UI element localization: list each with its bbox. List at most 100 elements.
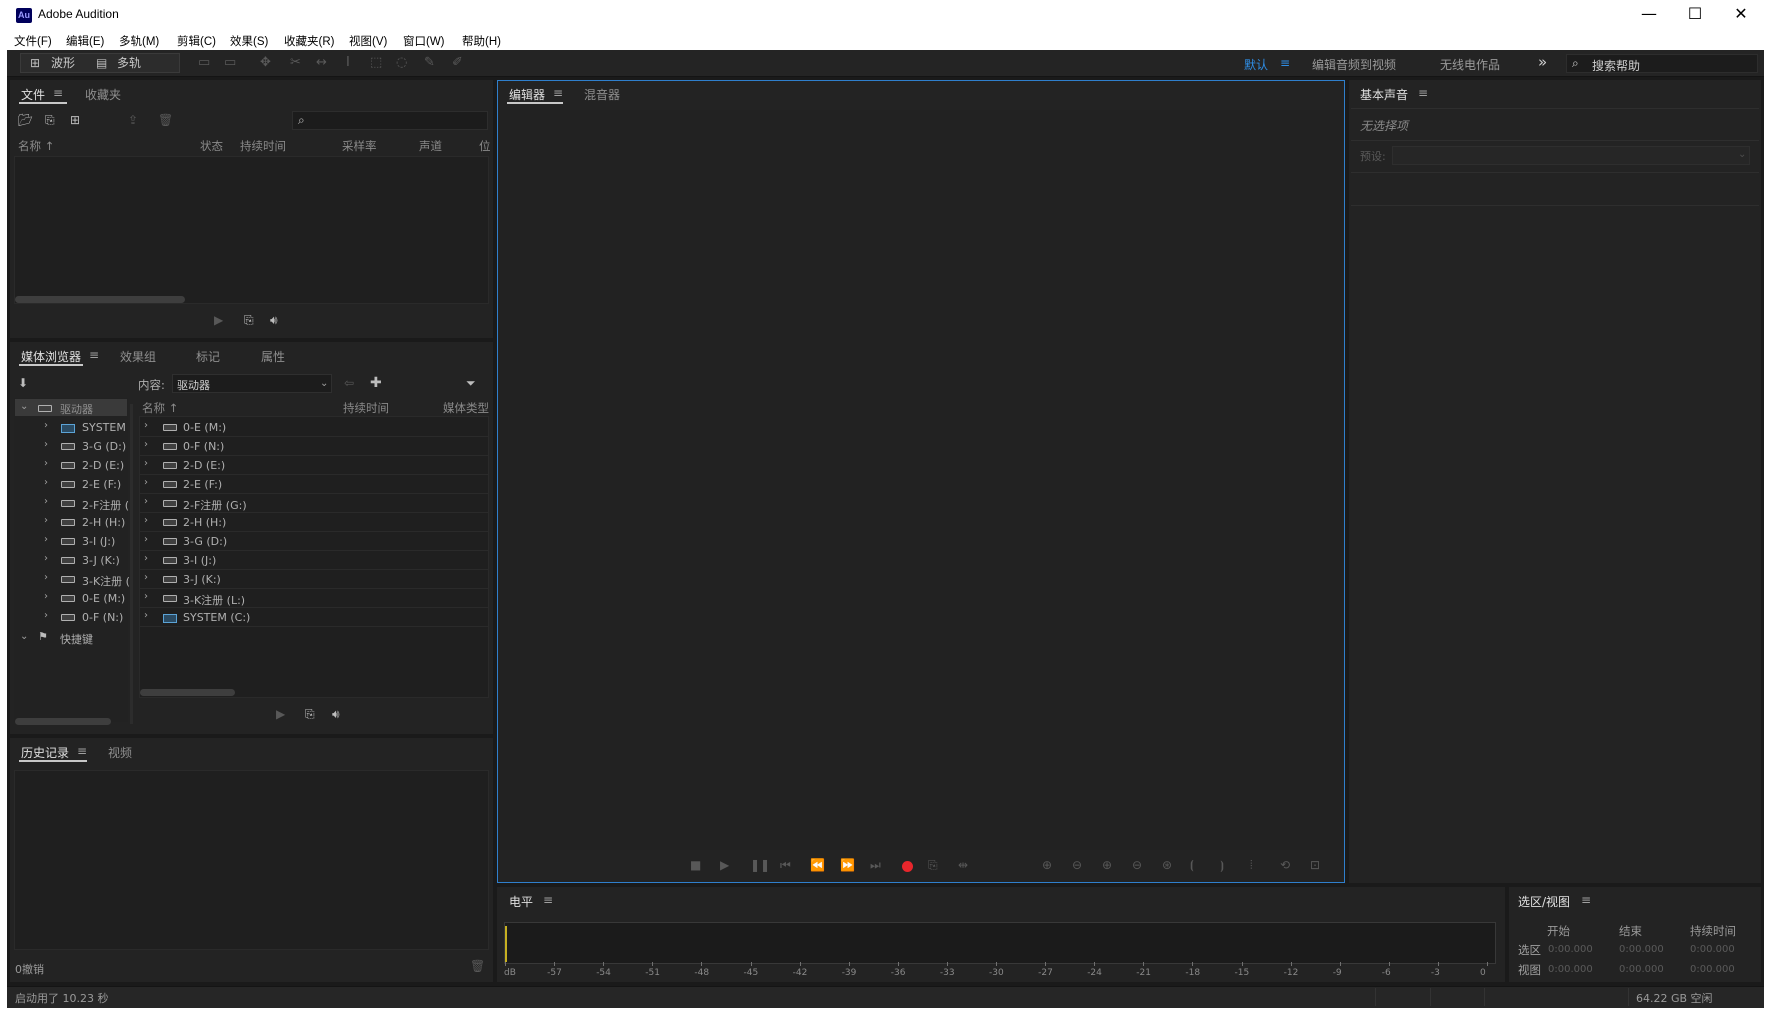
tree-item[interactable]: 2-D (E:) [82,459,124,472]
record-icon[interactable] [902,861,913,872]
menu-multitrack[interactable]: 多轨(M) [119,33,159,49]
list-item[interactable]: 3-J (K:) [183,573,221,586]
zoom-out-time-icon[interactable]: ⊖ [1132,858,1142,872]
editor-menu-icon[interactable]: ≡ [553,86,563,100]
zoom-selection-icon[interactable]: ⦙ [1250,858,1253,873]
tree-item-chevron-icon[interactable]: › [44,553,48,564]
list-item[interactable]: 2-H (H:) [183,516,226,529]
stop-icon[interactable]: ■ [690,858,701,872]
multitrack-view-button[interactable]: 多轨 [117,54,141,72]
media-col-name[interactable]: 名称 ↑ [142,400,178,416]
editor-canvas[interactable] [499,110,1343,850]
tab-mixer[interactable]: 混音器 [584,86,620,103]
more-workspaces-button[interactable]: » [1538,53,1547,71]
files-col-bit-depth[interactable]: 位 [479,138,491,154]
files-col-sample-rate[interactable]: 采样率 [342,138,377,154]
list-item[interactable]: 2-E (F:) [183,478,222,491]
media-list-scrollbar[interactable] [140,689,235,696]
media-loop-icon[interactable]: ⎘ [305,707,315,722]
selection-start[interactable]: 0:00.000 [1548,944,1593,955]
loop-playback-icon[interactable]: ⎘ [928,858,938,873]
workspace-edit-audio-to-video[interactable]: 编辑音频到视频 [1312,56,1396,73]
list-item[interactable]: 3-G (D:) [183,535,227,548]
menu-edit[interactable]: 编辑(E) [66,33,104,49]
tree-item-chevron-icon[interactable]: › [44,610,48,621]
lasso-tool-icon[interactable]: ◌ [396,55,407,70]
tab-video[interactable]: 视频 [108,744,132,761]
preset-dropdown[interactable] [1392,146,1750,165]
fast-forward-icon[interactable]: ⏩ [840,858,855,872]
list-item-chevron-icon[interactable]: › [144,496,148,507]
files-loop-icon[interactable]: ⎘ [244,313,254,328]
files-panel-menu-icon[interactable]: ≡ [53,86,63,100]
essential-sound-menu-icon[interactable]: ≡ [1418,86,1428,100]
selection-view-menu-icon[interactable]: ≡ [1581,893,1591,907]
back-arrow-icon[interactable]: ⇦ [344,376,354,390]
list-item-chevron-icon[interactable]: › [144,458,148,469]
list-item[interactable]: 2-D (E:) [183,459,225,472]
workspace-radio-production[interactable]: 无线电作品 [1440,56,1500,73]
menu-view[interactable]: 视图(V) [349,33,387,49]
zoom-out-point-icon[interactable]: ⦘ [1220,858,1224,873]
delete-file-icon[interactable]: 🗑︎ [158,113,173,127]
workspace-default[interactable]: 默认 [1244,56,1268,73]
history-list[interactable] [14,770,489,950]
add-shortcut-icon[interactable]: ✚ [370,375,382,391]
list-item[interactable]: 2-F注册 (G:) [183,497,247,513]
tree-item-chevron-icon[interactable]: › [44,534,48,545]
menu-help[interactable]: 帮助(H) [462,33,501,49]
tab-editor[interactable]: 编辑器 [509,86,545,103]
list-item-chevron-icon[interactable]: › [144,591,148,602]
tree-item[interactable]: 2-E (F:) [82,478,121,491]
skip-to-start-icon[interactable]: ⏮ [780,858,791,873]
tree-item[interactable]: 0-F (N:) [82,611,123,624]
files-search-input[interactable] [292,111,488,130]
tree-scrollbar[interactable] [15,718,111,725]
pitch-display-icon[interactable]: ▭ [224,55,236,70]
razor-tool-icon[interactable]: ✂ [290,55,301,70]
zoom-fit-icon[interactable]: ⊡ [1310,858,1320,872]
shortcuts-label[interactable]: 快捷键 [60,631,93,647]
marquee-tool-icon[interactable]: ⬚ [370,55,382,70]
filter-icon[interactable]: ⏷ [466,376,476,391]
tree-item-chevron-icon[interactable]: › [44,515,48,526]
tab-properties[interactable]: 属性 [261,348,285,365]
new-file-icon[interactable]: ⊞ [70,113,80,127]
tree-item[interactable]: 2-F注册 ( [82,497,129,513]
tree-item-chevron-icon[interactable]: › [44,439,48,450]
minimize-button[interactable]: — [1626,0,1672,28]
list-item-chevron-icon[interactable]: › [144,534,148,545]
list-item-chevron-icon[interactable]: › [144,439,148,450]
tab-media-browser[interactable]: 媒体浏览器 [21,348,81,365]
media-browser-menu-icon[interactable]: ≡ [89,348,99,362]
levels-title[interactable]: 电平 [509,893,533,910]
view-duration[interactable]: 0:00.000 [1690,964,1735,975]
tree-item[interactable]: 3-J (K:) [82,554,120,567]
levels-menu-icon[interactable]: ≡ [543,893,553,907]
list-item[interactable]: 0-F (N:) [183,440,224,453]
spectral-display-icon[interactable]: ▭ [198,55,210,70]
tree-root-chevron-icon[interactable]: ⌄ [20,401,28,412]
history-menu-icon[interactable]: ≡ [77,744,87,758]
list-item-chevron-icon[interactable]: › [144,553,148,564]
zoom-in-amplitude-icon[interactable]: ⊕ [1042,858,1052,872]
files-col-duration[interactable]: 持续时间 [240,138,286,154]
rewind-icon[interactable]: ⏪ [810,858,825,872]
view-end[interactable]: 0:00.000 [1619,964,1664,975]
close-button[interactable]: ✕ [1718,0,1764,28]
selection-duration[interactable]: 0:00.000 [1690,944,1735,955]
tree-item[interactable]: 3-G (D:) [82,440,126,453]
tree-item-chevron-icon[interactable]: › [44,572,48,583]
files-col-name[interactable]: 名称 ↑ [18,138,54,154]
skip-selection-icon[interactable]: ⇹ [958,858,968,872]
tree-item[interactable]: 2-H (H:) [82,516,125,529]
shortcuts-chevron-icon[interactable]: ⌄ [20,631,28,642]
workspace-menu-icon[interactable]: ≡ [1280,56,1290,70]
insert-into-multitrack-icon[interactable]: ⇪ [128,113,138,127]
tree-item-chevron-icon[interactable]: › [44,591,48,602]
splitter-handle[interactable] [130,404,133,724]
tree-item-chevron-icon[interactable]: › [44,420,48,431]
zoom-out-amplitude-icon[interactable]: ⊖ [1072,858,1082,872]
files-play-icon[interactable]: ▶ [214,313,223,327]
tab-markers[interactable]: 标记 [196,348,220,365]
